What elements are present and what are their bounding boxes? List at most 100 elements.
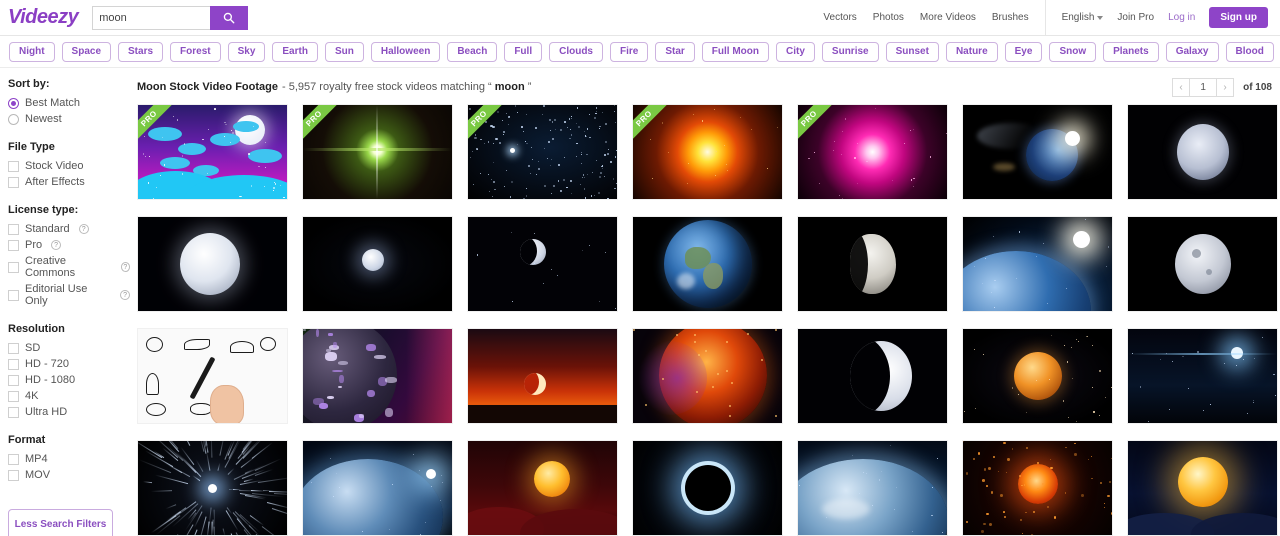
format-option-mov[interactable]: MOV — [8, 469, 130, 481]
checkbox-icon-mp4[interactable] — [8, 453, 19, 465]
pagination-next-button[interactable]: › — [1216, 77, 1235, 97]
video-thumbnail-earth-atmosphere-sunrise[interactable] — [797, 440, 948, 536]
checkbox-icon-after-effects[interactable] — [8, 176, 19, 188]
video-thumbnail-warp-speed-star-tunnel[interactable] — [137, 440, 288, 536]
video-thumbnail-blue-planet-star-flare[interactable] — [1127, 328, 1278, 424]
tag-pill-full-moon[interactable]: Full Moon — [701, 41, 770, 62]
tag-pill-stars[interactable]: Stars — [118, 41, 164, 62]
video-thumbnail-orange-fiery-sun-sphere[interactable]: PRO — [632, 104, 783, 200]
tag-pill-city[interactable]: City — [776, 41, 815, 62]
video-thumbnail-small-distant-moon-glow[interactable] — [302, 216, 453, 312]
video-thumbnail-golden-full-moon-night-sky[interactable] — [1127, 440, 1278, 536]
license-option-creative-commons[interactable]: Creative Commons ? — [8, 255, 130, 279]
tag-pill-fire[interactable]: Fire — [610, 41, 649, 62]
video-thumbnail-purple-alien-planet-surface[interactable] — [302, 328, 453, 424]
video-thumbnail-earth-sunrise-from-space[interactable] — [962, 104, 1113, 200]
video-thumbnail-earth-horizon-sunburst[interactable] — [962, 216, 1113, 312]
language-selector[interactable]: English — [1062, 12, 1104, 23]
radio-icon-best-match[interactable] — [8, 97, 19, 109]
sort-option-best-match[interactable]: Best Match — [8, 97, 130, 109]
nav-link-brushes[interactable]: Brushes — [992, 12, 1029, 23]
radio-icon-newest[interactable] — [8, 113, 19, 125]
video-thumbnail-earth-curvature-blue-glow[interactable] — [302, 440, 453, 536]
tag-pill-star[interactable]: Star — [655, 41, 695, 62]
checkbox-icon-hd-720[interactable] — [8, 358, 19, 370]
video-thumbnail-green-lens-flare-starburst[interactable]: PRO — [302, 104, 453, 200]
resolution-option-hd-720[interactable]: HD - 720 — [8, 358, 130, 370]
site-logo[interactable]: Videezy — [8, 6, 79, 29]
join-pro-link[interactable]: Join Pro — [1117, 12, 1154, 23]
video-thumbnail-cartoon-night-sky-clouds-moon[interactable]: PRO — [137, 104, 288, 200]
video-thumbnail-solar-eclipse-corona-ring[interactable] — [632, 440, 783, 536]
license-option-pro[interactable]: Pro ? — [8, 239, 130, 251]
checkbox-icon-4k[interactable] — [8, 390, 19, 402]
checkbox-icon-creative-commons[interactable] — [8, 261, 19, 273]
nav-link-vectors[interactable]: Vectors — [823, 12, 856, 23]
tag-pill-galaxy[interactable]: Galaxy — [1165, 41, 1219, 62]
video-thumbnail-blue-starfield-deep-space[interactable]: PRO — [467, 104, 618, 200]
video-thumbnail-earth-globe-atlantic-view[interactable] — [632, 216, 783, 312]
video-thumbnail-lava-planet-explosion[interactable] — [632, 328, 783, 424]
tag-pill-halloween[interactable]: Halloween — [370, 41, 441, 62]
checkbox-icon-hd-1080[interactable] — [8, 374, 19, 386]
tag-pill-space[interactable]: Space — [61, 41, 112, 62]
video-thumbnail-bright-white-full-moon[interactable] — [137, 216, 288, 312]
video-thumbnail-orange-moon-red-clouds[interactable] — [467, 440, 618, 536]
checkbox-icon-stock-video[interactable] — [8, 160, 19, 172]
log-in-link[interactable]: Log in — [1168, 12, 1195, 23]
checkbox-icon-ultra-hd[interactable] — [8, 406, 19, 418]
tag-pill-full[interactable]: Full — [504, 41, 543, 62]
tag-pill-snow[interactable]: Snow — [1049, 41, 1097, 62]
video-thumbnail-pink-magenta-nebula-burst[interactable]: PRO — [797, 104, 948, 200]
video-thumbnail-gibbous-moon-textured[interactable] — [797, 216, 948, 312]
help-icon-pro[interactable]: ? — [51, 240, 62, 250]
license-option-editorial-use-only[interactable]: Editorial Use Only ? — [8, 283, 130, 307]
nav-link-more-videos[interactable]: More Videos — [920, 12, 976, 23]
video-thumbnail-red-sunset-crescent-horizon[interactable] — [467, 328, 618, 424]
video-thumbnail-orange-gas-giant-planet[interactable] — [962, 328, 1113, 424]
tag-pill-sunset[interactable]: Sunset — [885, 41, 939, 62]
resolution-option-hd-1080[interactable]: HD - 1080 — [8, 374, 130, 386]
video-thumbnail-whiteboard-space-doodle-drawing[interactable] — [137, 328, 288, 424]
video-thumbnail-red-fire-sun-sparks[interactable] — [962, 440, 1113, 536]
tag-pill-sunrise[interactable]: Sunrise — [821, 41, 879, 62]
tag-pill-earth[interactable]: Earth — [272, 41, 318, 62]
tag-pill-sky[interactable]: Sky — [227, 41, 266, 62]
search-button[interactable] — [210, 5, 249, 30]
tag-pill-night[interactable]: Night — [9, 41, 55, 62]
checkbox-icon-sd[interactable] — [8, 342, 19, 354]
nav-link-photos[interactable]: Photos — [873, 12, 904, 23]
help-icon-standard[interactable]: ? — [78, 224, 89, 234]
tag-pill-forest[interactable]: Forest — [170, 41, 221, 62]
resolution-option-ultra-hd[interactable]: Ultra HD — [8, 406, 130, 418]
license-option-standard[interactable]: Standard ? — [8, 223, 130, 235]
help-icon-creative-commons[interactable]: ? — [120, 262, 130, 272]
checkbox-icon-editorial[interactable] — [8, 289, 19, 301]
pagination-current-page[interactable]: 1 — [1190, 77, 1217, 97]
file-type-option-stock-video[interactable]: Stock Video — [8, 160, 130, 172]
format-option-mp4[interactable]: MP4 — [8, 453, 130, 465]
video-thumbnail-grey-full-moon-black-sky[interactable] — [1127, 104, 1278, 200]
resolution-option-4k[interactable]: 4K — [8, 390, 130, 402]
pagination-prev-button[interactable]: ‹ — [1172, 77, 1191, 97]
resolution-option-sd[interactable]: SD — [8, 342, 130, 354]
checkbox-icon-mov[interactable] — [8, 469, 19, 481]
file-type-option-after-effects[interactable]: After Effects — [8, 176, 130, 188]
checkbox-icon-standard[interactable] — [8, 223, 19, 235]
checkbox-icon-pro[interactable] — [8, 239, 19, 251]
less-search-filters-button[interactable]: Less Search Filters — [8, 509, 113, 536]
tag-pill-blood[interactable]: Blood — [1225, 41, 1274, 62]
tag-pill-eye[interactable]: Eye — [1004, 41, 1043, 62]
tag-pill-beach[interactable]: Beach — [447, 41, 498, 62]
tag-pill-clouds[interactable]: Clouds — [549, 41, 603, 62]
sort-option-newest[interactable]: Newest — [8, 113, 130, 125]
video-thumbnail-full-moon-craters-dark[interactable] — [1127, 216, 1278, 312]
sign-up-button[interactable]: Sign up — [1209, 7, 1268, 28]
video-thumbnail-thin-crescent-moon[interactable] — [467, 216, 618, 312]
tag-pill-nature[interactable]: Nature — [945, 41, 998, 62]
tag-pill-sun[interactable]: Sun — [324, 41, 364, 62]
help-icon-editorial[interactable]: ? — [120, 290, 130, 300]
search-input[interactable] — [92, 5, 211, 30]
tag-pill-planets[interactable]: Planets — [1103, 41, 1159, 62]
video-thumbnail-large-crescent-moon-dark[interactable] — [797, 328, 948, 424]
